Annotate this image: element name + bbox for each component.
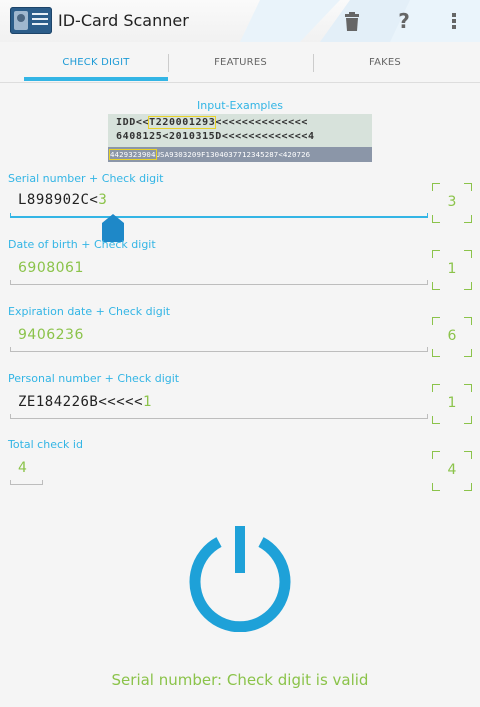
delete-button[interactable]	[338, 8, 366, 34]
serial-number-label: Serial number + Check digit	[8, 172, 164, 185]
help-button[interactable]: ?	[390, 8, 418, 34]
mrz-line-1: IDD<<T220001293<<<<<<<<<<<<<<	[116, 116, 309, 129]
mrz-example-image: IDD<<T220001293<<<<<<<<<<<<<< 6408125<20…	[108, 114, 372, 162]
mrz-line-3: 4429323904USA9303209F1304037712345287<42…	[109, 149, 311, 160]
expiration-date-label: Expiration date + Check digit	[8, 305, 171, 318]
total-check-id-underline	[10, 480, 43, 485]
personal-check-digit-box[interactable]: 1	[432, 384, 472, 424]
tab-features[interactable]: FEATURES	[168, 42, 313, 82]
serial-number-underline	[10, 213, 428, 218]
tab-check-digit[interactable]: CHECK DIGIT	[24, 42, 168, 82]
serial-check-digit: 3	[447, 194, 457, 210]
personal-number-underline	[10, 414, 428, 419]
total-check-id-label: Total check id	[8, 438, 83, 451]
examples-heading: Input-Examples	[197, 99, 283, 112]
total-check-id-input[interactable]: 4	[18, 460, 27, 476]
tab-fakes[interactable]: FAKES	[313, 42, 457, 82]
total-check-digit: 4	[447, 462, 457, 478]
expiry-check-digit: 6	[447, 328, 457, 344]
date-of-birth-underline	[10, 280, 428, 285]
app-title: ID-Card Scanner	[58, 11, 189, 30]
personal-check-digit: 1	[447, 395, 457, 411]
expiry-check-digit-box[interactable]: 6	[432, 317, 472, 357]
expiration-date-input[interactable]: 9406236	[18, 327, 84, 343]
dob-check-digit-box[interactable]: 1	[432, 250, 472, 290]
dob-check-digit: 1	[447, 261, 457, 277]
serial-check-digit-box[interactable]: 3	[432, 183, 472, 223]
power-icon[interactable]	[188, 526, 292, 632]
app-icon[interactable]	[10, 7, 52, 34]
date-of-birth-label: Date of birth + Check digit	[8, 238, 156, 251]
serial-number-input[interactable]: L898902C<3	[18, 192, 107, 208]
tab-bar: CHECK DIGIT FEATURES FAKES	[0, 42, 480, 83]
mrz-line-2: 6408125<2010315D<<<<<<<<<<<<<4	[116, 131, 315, 142]
personal-number-input[interactable]: ZE184226B<<<<<1	[18, 394, 152, 410]
personal-number-label: Personal number + Check digit	[8, 372, 180, 385]
validation-status: Serial number: Check digit is valid	[111, 671, 369, 689]
expiration-date-underline	[10, 347, 428, 352]
trash-icon	[345, 11, 359, 31]
active-tab-indicator	[24, 77, 168, 81]
overflow-menu-button[interactable]	[440, 8, 468, 34]
total-check-digit-box[interactable]: 4	[432, 451, 472, 491]
date-of-birth-input[interactable]: 6908061	[18, 260, 84, 276]
overflow-menu-icon	[452, 13, 456, 29]
action-bar: ID-Card Scanner ?	[0, 0, 480, 42]
